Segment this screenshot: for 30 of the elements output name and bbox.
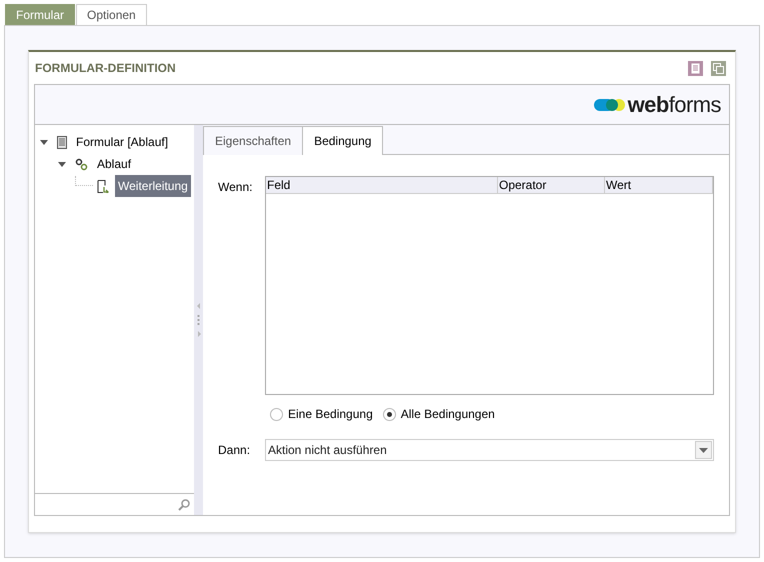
then-label: Dann: xyxy=(218,442,252,459)
tab[interactable]: Eigenschaften xyxy=(203,126,304,155)
document-arrow-icon xyxy=(97,180,109,192)
column-header[interactable]: Operator xyxy=(498,177,605,193)
search-icon xyxy=(178,498,190,510)
tree-item[interactable]: Formular [Ablauf] xyxy=(73,131,172,153)
expand-right-icon[interactable] xyxy=(196,331,200,337)
when-label: Wenn: xyxy=(218,179,254,196)
grip-icon xyxy=(197,314,200,326)
document-icon xyxy=(57,136,67,148)
column-header[interactable]: Feld xyxy=(266,177,498,193)
radio-button[interactable] xyxy=(270,408,283,420)
tab[interactable]: Optionen xyxy=(76,4,147,25)
tab[interactable]: Bedingung xyxy=(303,126,384,155)
column-header[interactable]: Wert xyxy=(605,177,713,193)
tree-item[interactable]: Weiterleitung xyxy=(115,175,191,197)
radio-label: Alle Bedingungen xyxy=(400,406,495,423)
collapse-arrow-icon[interactable] xyxy=(57,159,67,169)
logo-text: webforms xyxy=(628,94,721,116)
panel-title: FORMULAR-DEFINITION xyxy=(35,60,176,77)
window-icon[interactable] xyxy=(711,60,726,76)
action-dropdown[interactable]: Aktion nicht ausführen xyxy=(265,439,714,461)
radio-label: Eine Bedingung xyxy=(288,406,373,423)
logo-icon xyxy=(594,98,625,110)
tree-item[interactable]: Ablauf xyxy=(94,153,134,175)
collapse-arrow-icon[interactable] xyxy=(39,137,49,147)
document-icon[interactable] xyxy=(688,60,703,76)
gears-icon xyxy=(75,158,88,170)
collapse-left-icon[interactable] xyxy=(196,303,200,309)
radio-button[interactable] xyxy=(382,408,396,420)
